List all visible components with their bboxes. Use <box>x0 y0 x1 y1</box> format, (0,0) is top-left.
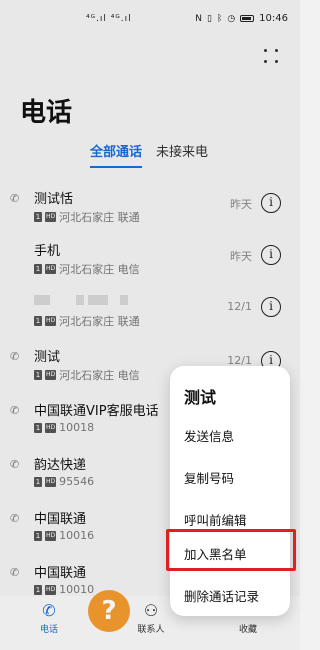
context-menu-title: 测试 <box>184 388 217 407</box>
highlight-box <box>166 529 296 571</box>
menu-item-send-message[interactable]: 发送信息 <box>184 426 234 445</box>
context-menu: 测试 发送信息 复制号码 呼叫前编辑 加入黑名单 删除通话记录 <box>170 366 290 616</box>
menu-item-delete-call-log[interactable]: 删除通话记录 <box>184 586 259 605</box>
menu-item-edit-before-call[interactable]: 呼叫前编辑 <box>184 510 247 529</box>
menu-item-copy-number[interactable]: 复制号码 <box>184 468 234 487</box>
